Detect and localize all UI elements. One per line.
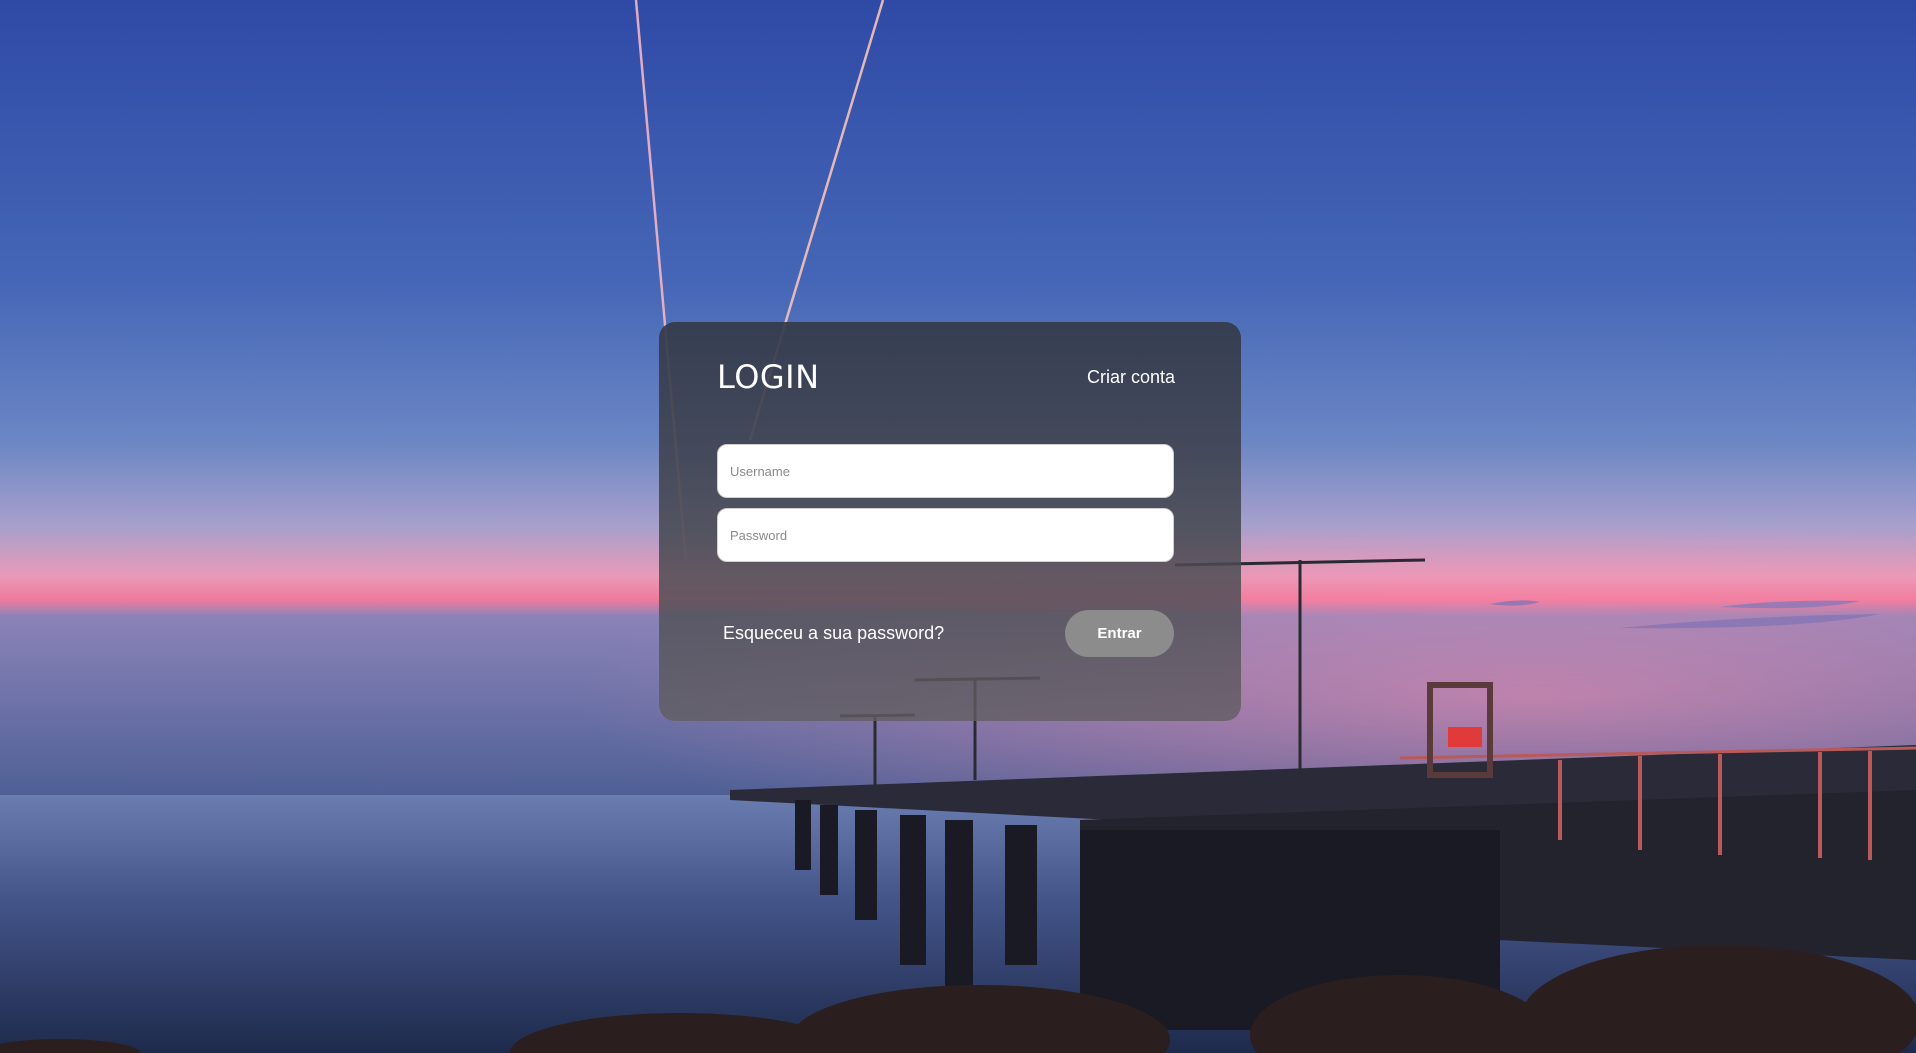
create-account-link[interactable]: Criar conta <box>1087 367 1175 388</box>
login-title: LOGIN <box>717 358 820 396</box>
forgot-password-link[interactable]: Esqueceu a sua password? <box>723 623 944 644</box>
login-card: LOGIN Criar conta Esqueceu a sua passwor… <box>659 322 1241 721</box>
login-submit-button[interactable]: Entrar <box>1065 610 1174 657</box>
password-input[interactable] <box>717 508 1174 562</box>
username-input[interactable] <box>717 444 1174 498</box>
